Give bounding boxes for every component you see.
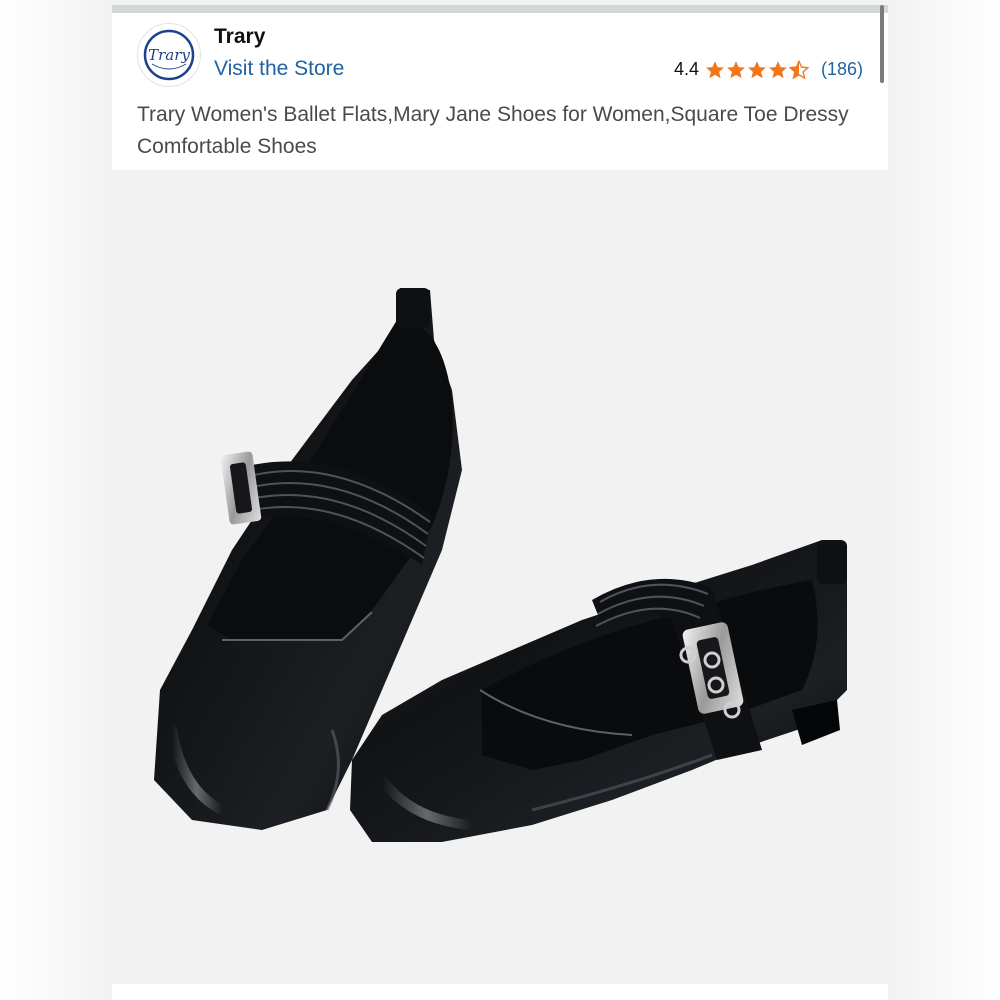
star-full-icon [769,60,787,78]
right-blur-band [888,0,1000,1000]
left-blur-band [0,0,112,1000]
review-count-link[interactable]: (186) [821,59,863,80]
star-full-icon [706,60,724,78]
scrollbar-thumb[interactable] [880,5,884,83]
rating-summary[interactable]: 4.4 (186) [674,59,863,80]
visit-store-link[interactable]: Visit the Store [214,57,344,81]
product-header: Trary Trary Visit the Store 4.4 (186) Tr… [112,13,888,170]
star-full-icon [727,60,745,78]
top-divider [112,5,888,13]
product-panel: Trary Trary Visit the Store 4.4 (186) Tr… [112,0,888,1000]
logo-text: Trary [148,46,190,64]
black-mary-jane-flats-image [112,170,888,984]
star-half-icon [788,59,809,79]
star-full-icon [748,60,766,78]
star-rating [705,59,809,80]
store-name: Trary [214,25,266,48]
product-image[interactable] [112,170,888,984]
bottom-strip [112,984,888,1000]
rating-value: 4.4 [673,59,699,79]
store-logo-icon[interactable]: Trary [137,23,201,87]
product-title: Trary Women's Ballet Flats,Mary Jane Sho… [137,103,849,158]
